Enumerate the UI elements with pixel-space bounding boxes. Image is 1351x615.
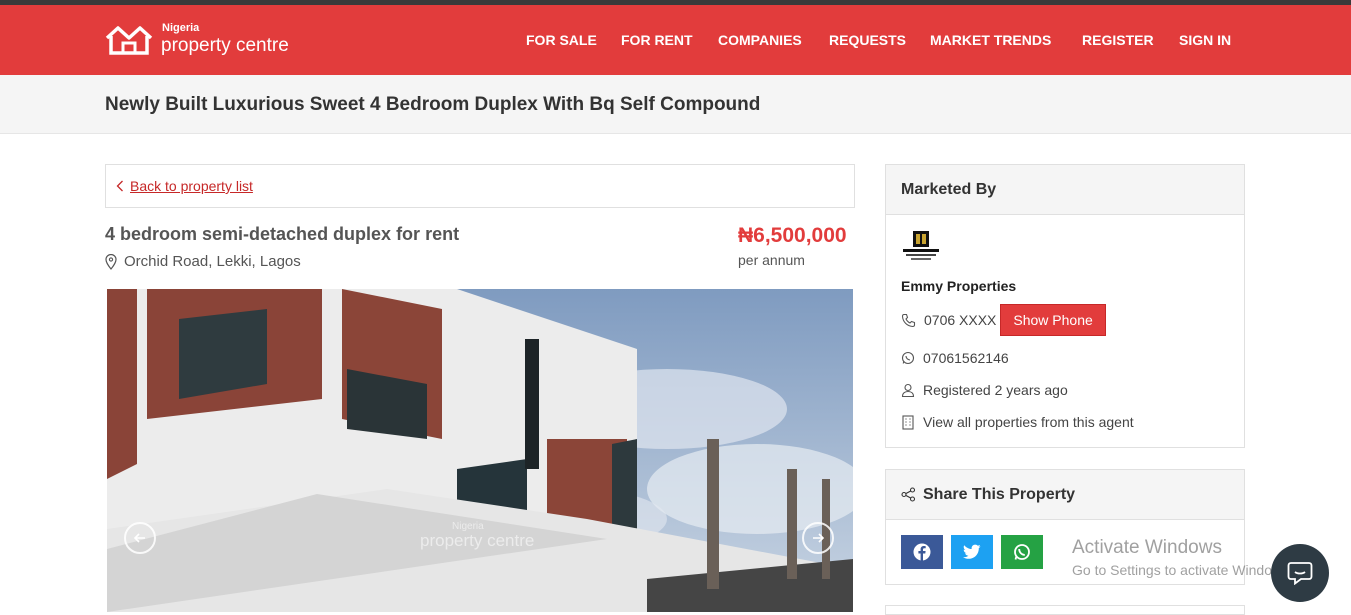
chat-widget-button[interactable] [1271,544,1329,602]
nav-companies[interactable]: COMPANIES [718,32,802,48]
chevron-left-icon [116,180,123,192]
nav-for-rent[interactable]: FOR RENT [621,32,693,48]
nav-market-trends[interactable]: MARKET TRENDS [930,32,1051,48]
nav-for-sale[interactable]: FOR SALE [526,32,597,48]
whatsapp-icon [1014,544,1030,560]
nav-register[interactable]: REGISTER [1082,32,1154,48]
windows-activation-watermark: Activate Windows Go to Settings to activ… [1072,537,1293,578]
listing-price: ₦6,500,000 [738,224,847,247]
agent-logo-image [903,231,939,260]
activate-line-2: Go to Settings to activate Windows. [1072,562,1293,578]
chat-icon [1287,562,1313,585]
activate-line-1: Activate Windows [1072,537,1222,558]
property-photo-illustration [107,289,853,612]
agent-whatsapp-row[interactable]: 07061562146 [901,350,1009,366]
house-logo-icon [105,26,153,55]
nav-requests[interactable]: REQUESTS [829,32,906,48]
building-icon [902,414,914,430]
watermark-big: property centre [420,531,535,550]
agent-registered-row: Registered 2 years ago [901,382,1068,398]
agent-logo[interactable] [901,229,941,263]
photo-next-button[interactable] [802,522,834,554]
nav-sign-in[interactable]: SIGN IN [1179,32,1231,48]
listing-title: 4 bedroom semi-detached duplex for rent [105,224,460,244]
location-text: Orchid Road, Lekki, Lagos [124,253,301,270]
agent-name[interactable]: Emmy Properties [901,278,1016,294]
top-navbar: Nigeria property centre FOR SALE FOR REN… [0,5,1351,75]
show-phone-button[interactable]: Show Phone [1000,304,1106,336]
share-heading-bar: Share This Property [886,470,1244,520]
site-logo[interactable]: Nigeria property centre [105,19,289,59]
share-heading: Share This Property [923,485,1076,503]
logo-small-text: Nigeria [162,22,200,34]
page-title-bar: Newly Built Luxurious Sweet 4 Bedroom Du… [0,75,1351,134]
logo-big-text: property centre [161,35,289,56]
phone-masked: 0706 XXXX [924,312,997,328]
facebook-icon [913,543,931,561]
marketed-by-card: Marketed By Emmy Properties 0706 XXXX Sh… [885,164,1245,448]
registered-text: Registered 2 years ago [923,382,1068,398]
back-to-list-link[interactable]: Back to property list [116,178,253,194]
back-bar: Back to property list [105,164,855,208]
whatsapp-icon [901,351,915,365]
arrow-right-icon [813,533,825,543]
listing-location: Orchid Road, Lekki, Lagos [105,253,301,270]
map-pin-icon [105,253,117,270]
price-period: per annum [738,252,805,268]
view-all-text: View all properties from this agent [923,414,1134,430]
photo-prev-button[interactable] [124,522,156,554]
twitter-icon [963,544,981,559]
back-link-label: Back to property list [130,178,253,194]
share-whatsapp-button[interactable] [1001,535,1043,569]
arrow-left-icon [133,533,145,543]
share-facebook-button[interactable] [901,535,943,569]
agent-phone-row: 0706 XXXX Show Phone [901,304,1106,336]
phone-icon [901,313,916,327]
share-icon [901,487,916,502]
user-icon [901,383,915,397]
page-title: Newly Built Luxurious Sweet 4 Bedroom Du… [105,94,761,115]
whatsapp-number: 07061562146 [923,350,1009,366]
view-all-properties-link[interactable]: View all properties from this agent [901,414,1134,430]
next-sidebar-card [885,605,1245,615]
photo-watermark: Nigeria property centre [400,522,535,550]
property-photo[interactable] [107,289,853,612]
share-twitter-button[interactable] [951,535,993,569]
marketed-by-heading: Marketed By [886,165,1244,215]
